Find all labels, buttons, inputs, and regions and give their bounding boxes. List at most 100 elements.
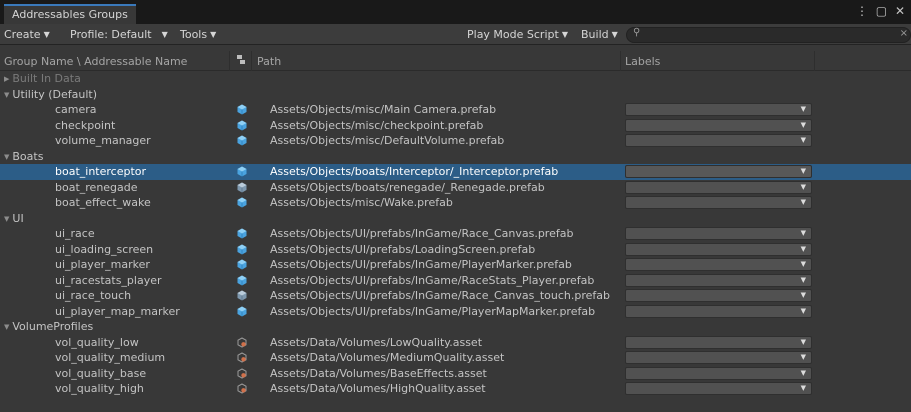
column-divider[interactable] <box>229 51 230 71</box>
expanded-arrow-icon[interactable]: ▼ <box>4 323 9 331</box>
labels-dropdown[interactable]: ▼ <box>625 335 812 349</box>
chevron-down-icon: ▼ <box>800 337 806 346</box>
entry-row[interactable]: volume_manager Assets/Objects/misc/Defaul… <box>0 133 911 149</box>
labels-dropdown[interactable]: ▼ <box>625 242 812 256</box>
entry-row[interactable]: vol_quality_base Assets/Data/Volumes/Base… <box>0 366 911 382</box>
labels-column-header[interactable]: Labels <box>625 55 660 68</box>
addressable-name: ui_player_marker <box>55 258 150 271</box>
group-label: Utility (Default) <box>12 87 98 101</box>
prefab-icon <box>237 135 247 146</box>
labels-dropdown[interactable]: ▼ <box>625 227 812 240</box>
column-divider[interactable] <box>620 51 621 71</box>
addressable-name: ui_loading_screen <box>55 242 154 256</box>
play-mode-script-dropdown[interactable]: Play Mode Script ▼ <box>467 27 568 43</box>
search-icon: ⚲ <box>633 27 641 38</box>
build-dropdown[interactable]: Build ▼ <box>581 27 618 43</box>
tab-addressables-groups[interactable]: Addressables Groups <box>4 4 136 24</box>
labels-dropdown[interactable]: ▼ <box>625 134 812 147</box>
addressable-name: ui_race_touch <box>55 289 132 302</box>
entry-row[interactable]: ui_race Assets/Objects/UI/prefabs/InGame/… <box>0 226 911 242</box>
expanded-arrow-icon[interactable]: ▼ <box>4 153 9 161</box>
asset-path: Assets/Objects/UI/prefabs/InGame/Race_Ca… <box>270 227 574 240</box>
asset-type-icon[interactable] <box>236 54 246 68</box>
asset-path: Assets/Objects/UI/prefabs/InGame/Race_Ca… <box>270 289 610 302</box>
expanded-arrow-icon[interactable]: ▼ <box>4 91 9 99</box>
chevron-down-icon: ▼ <box>800 384 806 392</box>
entry-row[interactable]: boat_interceptor Assets/Objects/boats/Int… <box>0 164 911 180</box>
tab-title: Addressables Groups <box>12 8 128 21</box>
entry-row[interactable]: ui_loading_screen Assets/Objects/UI/prefa… <box>0 242 911 258</box>
prefab-icon <box>237 197 247 208</box>
group-label: UI <box>12 211 24 225</box>
chevron-down-icon: ▼ <box>800 120 806 129</box>
addressable-name: boat_effect_wake <box>55 196 151 209</box>
group-row[interactable]: ▶ Built In Data <box>0 71 911 87</box>
entry-row[interactable]: ui_racestats_player Assets/Objects/UI/pre… <box>0 273 911 289</box>
clear-search-icon[interactable]: × <box>900 28 908 39</box>
close-icon[interactable]: ✕ <box>895 4 907 18</box>
labels-dropdown[interactable]: ▼ <box>625 118 812 132</box>
play-mode-label: Play Mode Script <box>467 28 559 41</box>
asset-path: Assets/Objects/UI/prefabs/InGame/PlayerM… <box>270 258 572 271</box>
entry-row[interactable]: ui_player_marker Assets/Objects/UI/prefab… <box>0 257 911 273</box>
entry-row[interactable]: vol_quality_high Assets/Data/Volumes/High… <box>0 381 911 397</box>
labels-dropdown[interactable]: ▼ <box>625 273 812 287</box>
entry-row[interactable]: boat_renegade Assets/Objects/boats/renega… <box>0 180 911 196</box>
labels-dropdown[interactable]: ▼ <box>625 366 812 380</box>
search-input[interactable]: ⚲ × <box>626 27 911 43</box>
addressables-tree: ▶ Built In Data ▼ Utility (Default) camera As… <box>0 71 911 397</box>
labels-dropdown[interactable]: ▼ <box>625 258 812 271</box>
labels-dropdown[interactable]: ▼ <box>625 304 812 318</box>
prefab-icon <box>237 244 247 255</box>
asset-path: Assets/Objects/misc/Main Camera.prefab <box>270 103 497 116</box>
entry-row[interactable]: ui_race_touch Assets/Objects/UI/prefabs/I… <box>0 288 911 304</box>
addressable-name: ui_race <box>55 227 95 240</box>
labels-dropdown[interactable]: ▼ <box>625 165 812 178</box>
entry-row[interactable]: boat_effect_wake Assets/Objects/misc/Wake… <box>0 195 911 211</box>
column-divider[interactable] <box>814 51 815 71</box>
column-divider[interactable] <box>251 51 252 71</box>
chevron-down-icon: ▼ <box>161 30 168 39</box>
expanded-arrow-icon[interactable]: ▼ <box>4 215 9 223</box>
kebab-menu-icon[interactable]: ⋮ <box>856 4 870 18</box>
window-controls: ⋮ ▢ ✕ <box>856 4 907 18</box>
collapsed-arrow-icon[interactable]: ▶ <box>4 75 9 83</box>
prefab-variant-icon <box>237 290 247 301</box>
labels-dropdown[interactable]: ▼ <box>625 103 812 116</box>
path-column-header[interactable]: Path <box>257 55 281 68</box>
name-column-header[interactable]: Group Name \ Addressable Name <box>4 55 187 68</box>
asset-path: Assets/Data/Volumes/BaseEffects.asset <box>270 366 487 380</box>
group-row[interactable]: ▼ Utility (Default) <box>0 87 911 103</box>
entry-row[interactable]: vol_quality_medium Assets/Data/Volumes/Me… <box>0 350 911 366</box>
labels-dropdown[interactable]: ▼ <box>625 289 812 302</box>
labels-dropdown[interactable]: ▼ <box>625 382 812 395</box>
addressable-name: volume_manager <box>55 134 151 147</box>
chevron-down-icon: ▼ <box>210 30 217 39</box>
entry-row[interactable]: ui_player_map_marker Assets/Objects/UI/pr… <box>0 304 911 320</box>
entry-row[interactable]: camera Assets/Objects/misc/Main Camera.pr… <box>0 102 911 118</box>
tools-dropdown[interactable]: Tools ▼ <box>180 27 216 43</box>
addressable-name: ui_player_map_marker <box>55 304 180 318</box>
toolbar: Create ▼ Profile: Default ▼ Tools ▼ Play Mo… <box>0 24 911 45</box>
labels-dropdown[interactable]: ▼ <box>625 351 812 364</box>
create-dropdown[interactable]: Create ▼ <box>4 27 50 43</box>
addressable-name: boat_renegade <box>55 180 138 194</box>
group-name: ▶ Built In Data <box>4 71 81 88</box>
addressable-name: vol_quality_base <box>55 366 147 380</box>
prefab-icon <box>237 166 247 177</box>
maximize-icon[interactable]: ▢ <box>876 4 889 18</box>
chevron-down-icon: ▼ <box>800 368 806 377</box>
entry-row[interactable]: checkpoint Assets/Objects/misc/checkpoint… <box>0 118 911 134</box>
group-row[interactable]: ▼ VolumeProfiles <box>0 319 911 335</box>
group-row[interactable]: ▼ Boats <box>0 149 911 165</box>
labels-dropdown[interactable]: ▼ <box>625 180 812 194</box>
entry-row[interactable]: vol_quality_low Assets/Data/Volumes/LowQu… <box>0 335 911 351</box>
group-row[interactable]: ▼ UI <box>0 211 911 227</box>
group-name: ▼ Utility (Default) <box>4 87 97 104</box>
addressable-name: camera <box>55 103 97 116</box>
addressable-name: vol_quality_low <box>55 335 139 349</box>
labels-dropdown[interactable]: ▼ <box>625 196 812 209</box>
addressable-name: vol_quality_medium <box>55 351 166 364</box>
profile-dropdown[interactable]: Profile: Default ▼ <box>70 27 168 43</box>
volume-profile-icon <box>237 367 247 379</box>
